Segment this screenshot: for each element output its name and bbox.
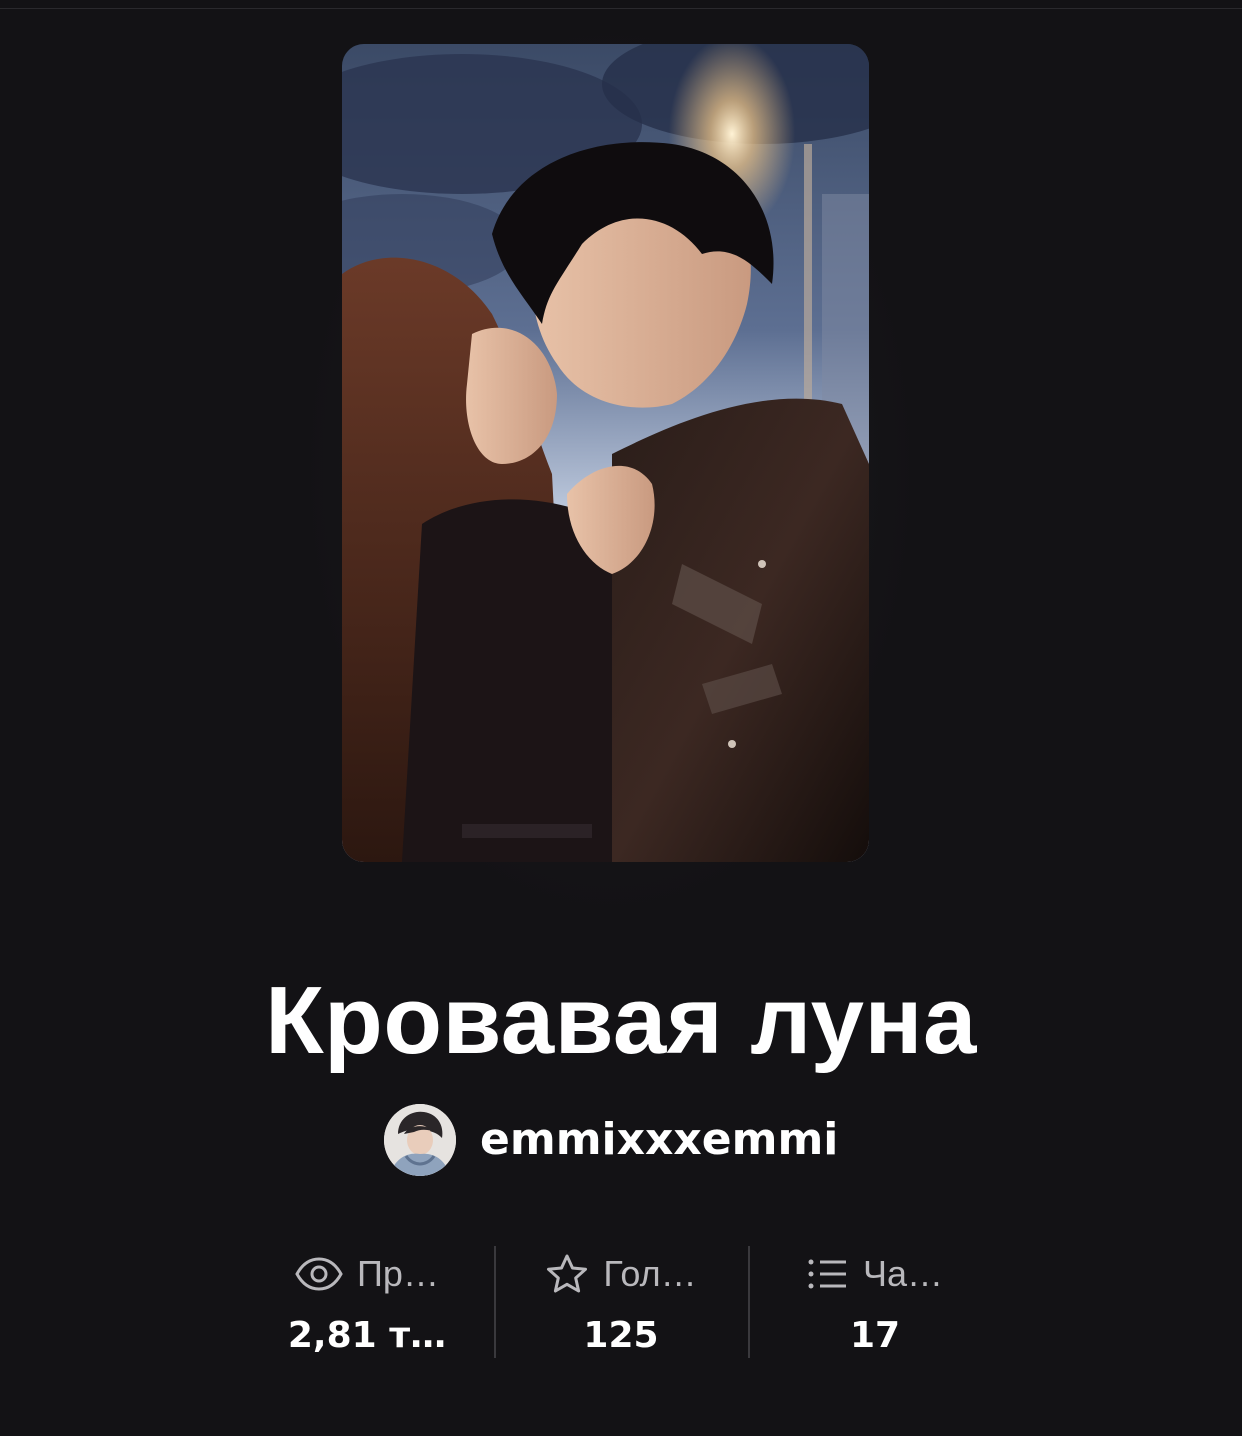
stat-reads-value: 2,81 т… bbox=[287, 1315, 447, 1356]
stat-votes[interactable]: Гол… 125 bbox=[494, 1246, 748, 1358]
stat-parts[interactable]: Ча… 17 bbox=[748, 1246, 1002, 1358]
eye-icon bbox=[295, 1257, 343, 1291]
stat-votes-label: Гол… bbox=[603, 1253, 697, 1294]
top-divider bbox=[0, 8, 1242, 9]
story-title: Кровавая луна bbox=[265, 967, 977, 1074]
story-stats: Пр… 2,81 т… Гол… 125 Ча… 17 bbox=[240, 1246, 1002, 1358]
author-name[interactable]: emmixxxemmi bbox=[480, 1104, 838, 1176]
star-icon bbox=[545, 1253, 589, 1295]
author-avatar[interactable] bbox=[384, 1104, 456, 1176]
story-cover-image[interactable] bbox=[342, 44, 869, 862]
list-icon bbox=[807, 1257, 849, 1291]
stat-parts-label: Ча… bbox=[862, 1253, 943, 1294]
stat-parts-value: 17 bbox=[849, 1315, 901, 1356]
stat-reads-label: Пр… bbox=[357, 1253, 439, 1294]
stat-votes-value: 125 bbox=[583, 1315, 659, 1356]
stat-reads-label-row: Пр… bbox=[240, 1248, 494, 1300]
author-link[interactable]: emmixxxemmi bbox=[384, 1104, 838, 1176]
stat-parts-label-row: Ча… bbox=[748, 1248, 1002, 1300]
story-details-page: Кровавая луна emmixxxemmi Пр… 2,81 т… Го… bbox=[0, 0, 1242, 1436]
stat-votes-label-row: Гол… bbox=[494, 1248, 748, 1300]
stat-reads[interactable]: Пр… 2,81 т… bbox=[240, 1246, 494, 1358]
